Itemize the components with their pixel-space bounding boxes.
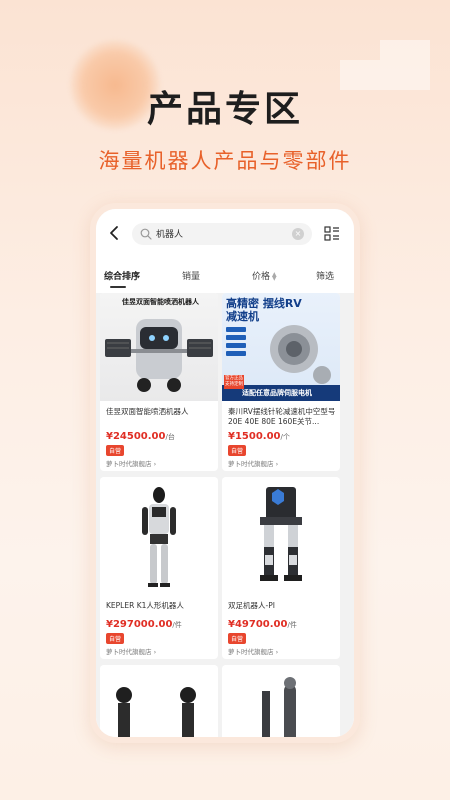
price-value: ¥1500.00: [228, 431, 281, 442]
product-price: ¥49700.00/件: [228, 619, 297, 630]
product-card[interactable]: KEPLER K1人形机器人 ¥297000.00/件 自营 萝卜时代旗舰店 ›: [100, 477, 218, 659]
product-image: 高精密 摆线RV减速机 适配任意品牌伺服电机 官方正品 支持定制: [222, 293, 340, 401]
clear-icon[interactable]: ×: [292, 228, 304, 240]
sort-arrows-icon: ▲ ▼: [272, 270, 277, 282]
price-value: ¥297000.00: [106, 619, 173, 630]
tab-filter[interactable]: 筛选: [316, 269, 334, 282]
price-value: ¥24500.00: [106, 431, 166, 442]
product-card[interactable]: 高精密 摆线RV减速机 适配任意品牌伺服电机 官方正品 支持定制 秦川RV摆线针…: [222, 293, 340, 471]
back-arrow-icon[interactable]: [106, 224, 124, 242]
product-image: 佳昱双面智能喷洒机器人: [100, 293, 218, 401]
store-link[interactable]: 萝卜时代旗舰店 ›: [228, 458, 278, 468]
product-image: [222, 665, 340, 737]
product-name: 佳昱双面智能喷洒机器人: [106, 407, 189, 416]
self-operated-badge: 自营: [106, 445, 125, 456]
price-value: ¥49700.00: [228, 619, 288, 630]
product-card[interactable]: [100, 665, 218, 737]
app-screen: × 综合排序 销量 价格▲▼ 筛选 佳昱双面智能喷洒机器人: [96, 209, 354, 737]
image-banner: 适配任意品牌伺服电机: [242, 389, 312, 397]
price-unit: /件: [172, 621, 182, 629]
active-tab-indicator: [110, 286, 126, 288]
product-image: [100, 477, 218, 595]
product-price: ¥24500.00/台: [106, 431, 175, 442]
spray-robot-illustration: [105, 319, 213, 392]
biped-robot-illustration: [260, 487, 302, 581]
product-card[interactable]: 双足机器人-PI ¥49700.00/件 自营 萝卜时代旗舰店 ›: [222, 477, 340, 659]
product-name: 双足机器人-PI: [228, 601, 275, 610]
search-box[interactable]: ×: [132, 223, 312, 245]
store-link[interactable]: 萝卜时代旗舰店 ›: [106, 646, 156, 656]
product-card[interactable]: [222, 665, 340, 737]
store-link[interactable]: 萝卜时代旗舰店 ›: [228, 646, 278, 656]
promo-subtitle: 海量机器人产品与零部件: [98, 149, 352, 173]
product-image: [100, 665, 218, 737]
price-unit: /台: [165, 433, 175, 441]
product-image: [222, 477, 340, 595]
tab-sales[interactable]: 销量: [182, 269, 200, 282]
tab-comprehensive-sort[interactable]: 综合排序: [104, 269, 140, 282]
search-icon: [140, 228, 152, 240]
product-card[interactable]: 佳昱双面智能喷洒机器人 佳昱双面智能喷洒机器人 ¥24500.00/台 自营 萝…: [100, 293, 218, 471]
humanoid-robot-illustration: [142, 487, 176, 587]
tab-price-label: 价格: [252, 272, 271, 282]
product-price: ¥297000.00/件: [106, 619, 182, 630]
top-bar: ×: [96, 209, 354, 257]
self-operated-badge: 自营: [106, 633, 125, 644]
tab-price[interactable]: 价格 ▲ ▼: [252, 269, 277, 282]
self-operated-badge: 自营: [228, 633, 247, 644]
product-name: 秦川RV摆线针轮减速机中空型号20E 40E 80E 160E关节...: [228, 407, 336, 426]
price-unit: /件: [287, 621, 297, 629]
layout-toggle-icon[interactable]: [324, 226, 340, 242]
product-price: ¥1500.00/个: [228, 431, 290, 442]
search-input[interactable]: [156, 223, 276, 245]
product-name: KEPLER K1人形机器人: [106, 601, 184, 610]
phone-frame: × 综合排序 销量 价格▲▼ 筛选 佳昱双面智能喷洒机器人: [90, 203, 360, 743]
promo-title: 产品专区: [146, 89, 303, 130]
price-unit: /个: [280, 433, 290, 441]
self-operated-badge: 自营: [228, 445, 247, 456]
sort-bar: 综合排序 销量 价格 ▲ ▼ 筛选: [96, 257, 354, 293]
store-link[interactable]: 萝卜时代旗舰店 ›: [106, 458, 156, 468]
image-tag: 官方正品 支持定制: [224, 375, 244, 389]
